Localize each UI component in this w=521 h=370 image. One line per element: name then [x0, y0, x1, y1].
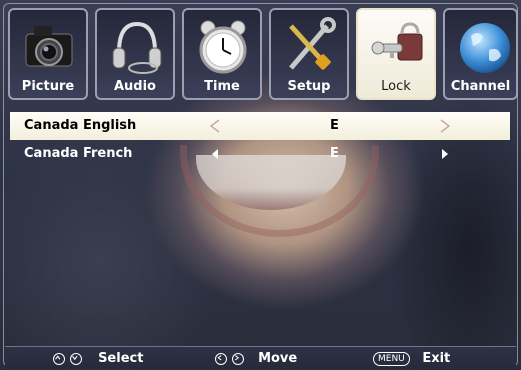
tab-label: Channel [450, 79, 511, 94]
help-move: Move [215, 350, 297, 368]
arrow-left-icon[interactable] [208, 112, 222, 140]
left-button-icon [215, 352, 227, 365]
tab-lock[interactable]: Lock [356, 8, 436, 100]
tools-icon [289, 17, 336, 70]
arrow-left-icon[interactable] [208, 140, 222, 168]
globe-icon [460, 23, 510, 73]
lock-settings-list: Canada English E Canada French E [10, 112, 510, 168]
tab-audio[interactable]: Audio [95, 8, 175, 100]
help-move-label: Move [258, 351, 298, 366]
tab-label: Lock [381, 79, 411, 94]
tab-channel[interactable]: Channel [443, 8, 518, 100]
tab-label: Picture [21, 79, 75, 94]
menu-button-icon: MENU [373, 351, 410, 366]
help-select: Select [53, 350, 143, 368]
help-bar: Select Move MENU Exit [5, 346, 516, 369]
tab-picture[interactable]: Picture [8, 8, 88, 100]
menu-tab-bar: Picture Audio Time Setup Lock Channel [8, 8, 518, 100]
right-button-icon [231, 352, 244, 365]
headphones-icon [112, 21, 162, 74]
setting-name: Canada English [24, 118, 137, 133]
up-button-icon [53, 352, 65, 365]
arrow-right-icon[interactable] [438, 140, 452, 168]
setting-row-canada-english[interactable]: Canada English E [10, 112, 510, 140]
down-button-icon [69, 352, 82, 365]
setting-value: E [330, 146, 339, 161]
padlock-key-icon [371, 22, 423, 61]
tab-label: Time [204, 79, 240, 94]
help-exit-label: Exit [422, 351, 451, 366]
tab-label: Setup [287, 79, 331, 94]
arrow-right-icon[interactable] [438, 112, 452, 140]
tab-time[interactable]: Time [182, 8, 262, 100]
help-select-label: Select [98, 351, 144, 366]
help-exit: MENU Exit [373, 350, 450, 368]
camera-icon [25, 26, 73, 67]
tab-setup[interactable]: Setup [269, 8, 349, 100]
alarm-clock-icon [199, 20, 247, 74]
setting-name: Canada French [24, 146, 133, 161]
setting-row-canada-french[interactable]: Canada French E [10, 140, 510, 168]
tab-label: Audio [113, 79, 156, 94]
setting-value: E [330, 118, 339, 133]
